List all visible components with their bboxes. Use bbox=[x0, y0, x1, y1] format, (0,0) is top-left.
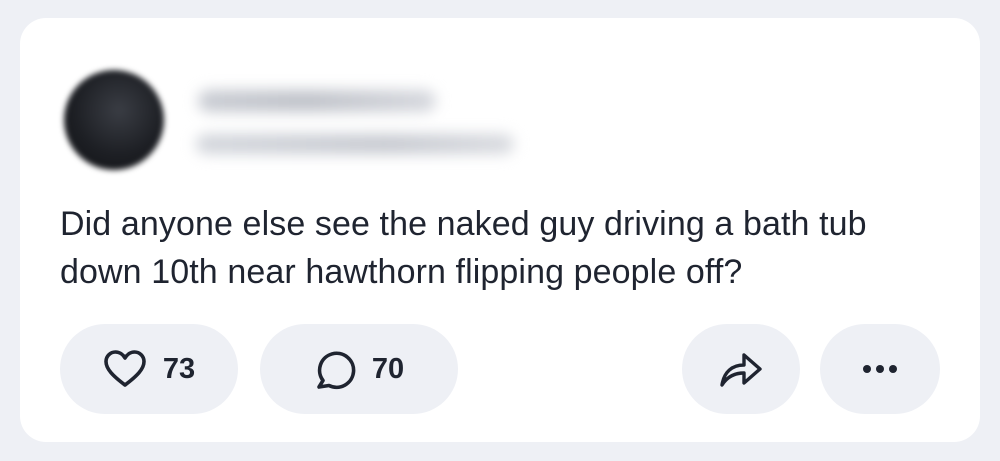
post-text: Did anyone else see the naked guy drivin… bbox=[60, 205, 867, 291]
post-card: Did anyone else see the naked guy drivin… bbox=[20, 18, 980, 442]
blurred-post-meta bbox=[196, 134, 514, 154]
like-button[interactable]: 73 bbox=[60, 324, 238, 414]
ellipsis-icon bbox=[862, 364, 898, 374]
speech-bubble-icon bbox=[314, 348, 356, 390]
more-options-button[interactable] bbox=[820, 324, 940, 414]
comment-button[interactable]: 70 bbox=[260, 324, 458, 414]
heart-icon bbox=[103, 349, 147, 389]
avatar[interactable] bbox=[64, 70, 164, 170]
comment-count: 70 bbox=[371, 352, 405, 385]
share-button[interactable] bbox=[682, 324, 800, 414]
like-count: 73 bbox=[162, 352, 196, 385]
share-arrow-icon bbox=[718, 349, 764, 389]
blurred-author-name bbox=[198, 90, 436, 112]
